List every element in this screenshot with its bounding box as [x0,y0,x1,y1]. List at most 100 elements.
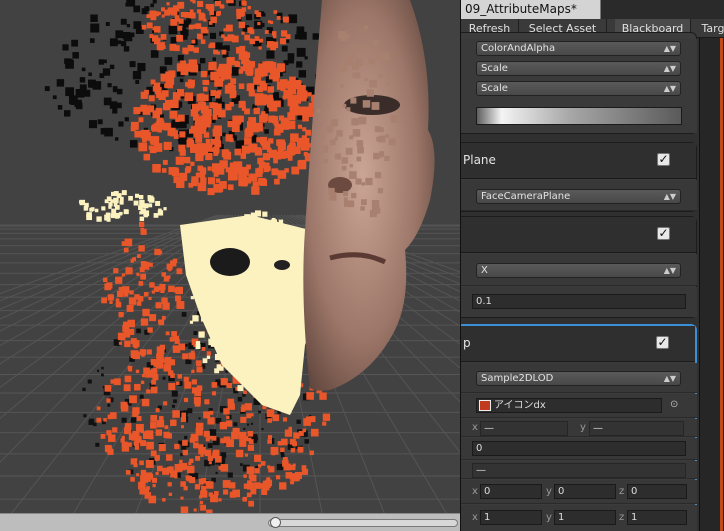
check-icon[interactable]: ✓ [657,227,670,240]
mip-level-field-2[interactable]: — [472,463,686,478]
dropdown-value: FaceCameraPlane [481,191,571,202]
particle-cream [254,271,260,277]
color-over-life-node[interactable]: ColorAndAlpha ▲▼ Scale ▲▼ Scale ▲▼ [461,32,697,134]
node-header: ✓ [461,217,696,253]
particle-dark [212,57,216,61]
scale-x-field[interactable]: 1 [480,510,542,525]
scale-z-field[interactable]: 1 [627,510,687,525]
particle-orange [134,458,138,462]
uv-y-field[interactable]: — [589,421,684,436]
particle-cream [238,334,242,338]
particle-cream [79,199,86,206]
graph-canvas[interactable]: ColorAndAlpha ▲▼ Scale ▲▼ Scale ▲▼ Plane… [461,32,699,531]
particle-orange [199,167,207,175]
particle-cream [133,200,139,206]
particle-orange [290,438,296,445]
particle-orange [115,301,122,308]
particle-orange [121,444,130,452]
particle-cream [268,386,274,392]
particle-cream [271,217,276,222]
attribute-map-node[interactable]: p ✓ Sample2DLOD ▲▼ アイコンdx ⊙ x — y — 0 — … [461,324,697,531]
gradient-field[interactable] [476,107,682,125]
uv-x-field[interactable]: — [480,421,568,436]
particle-skin [326,105,331,109]
sample-mode-dropdown[interactable]: Sample2DLOD ▲▼ [476,371,681,386]
scene-viewport[interactable] [0,0,460,531]
particle-orange [203,430,210,438]
orient-mode-dropdown[interactable]: FaceCameraPlane ▲▼ [476,189,681,204]
offset-x-field[interactable]: 0 [480,484,542,499]
particle-orange [267,62,277,71]
particle-orange [153,82,161,90]
particle-orange [270,20,274,25]
particle-orange [284,429,293,437]
particle-orange [134,383,141,391]
particle-orange [258,38,264,43]
chevron-updown-icon: ▲▼ [663,44,676,53]
check-icon[interactable]: ✓ [657,153,670,166]
particle-cream [231,240,239,247]
particle-orange [104,385,112,392]
particle-skin [349,164,353,168]
particle-orange [290,448,296,453]
axis-dropdown[interactable]: X ▲▼ [476,263,681,278]
dropdown-value: Scale [481,83,508,94]
offset-y-field[interactable]: 0 [554,484,616,499]
particle-orange [231,431,239,440]
particle-orange [225,420,233,427]
particle-orange [302,127,307,132]
timeline-slider-track[interactable] [268,519,458,527]
particle-orange [205,138,211,144]
window-tab[interactable]: 09_AttributeMaps* [461,0,601,19]
particle-orange [96,406,101,411]
size-value-field[interactable]: 0.1 [472,294,686,309]
particle-orange [225,103,232,111]
particle-orange [205,437,210,442]
particle-orange [277,441,283,446]
offset-z-field[interactable]: 0 [627,484,687,499]
uv-x-label: x [472,422,478,433]
particle-orange [102,277,108,283]
texture-object-field[interactable]: アイコンdx [476,398,662,413]
particle-dark [109,64,115,70]
particle-orange [155,408,160,413]
particle-orange [193,114,200,121]
particle-orange [168,268,172,272]
scale-y-field[interactable]: 1 [554,510,616,525]
particle-skin [340,84,344,88]
particle-cream [252,304,257,310]
particle-skin [364,78,368,82]
particle-cream [208,325,214,332]
particle-orange [118,286,123,291]
particle-dark [139,394,144,399]
particle-orange [260,461,266,466]
particle-orange [322,413,331,421]
target-button[interactable]: Targ [693,19,724,38]
particle-orange [188,128,194,134]
particle-orange [123,384,131,392]
particle-cream [278,300,284,305]
color-mode-dropdown[interactable]: ColorAndAlpha ▲▼ [476,41,681,56]
node-slot: 0 [461,438,697,460]
set-size-node[interactable]: ✓ X ▲▼ 0.1 [461,216,697,318]
orient-node[interactable]: Plane ✓ FaceCameraPlane ▲▼ [461,142,697,212]
mip-level-field[interactable]: 0 [472,441,686,456]
particle-cream [200,261,206,267]
particle-dark [129,61,136,68]
particle-skin [328,83,333,88]
particle-cream [134,193,140,198]
check-icon[interactable]: ✓ [656,336,669,349]
particle-orange [195,23,202,30]
timeline-slider-thumb[interactable] [270,517,281,528]
particle-dark [88,419,94,425]
particle-skin [345,147,353,155]
particle-orange [141,24,147,30]
particle-orange [182,65,187,71]
target-icon[interactable]: ⊙ [670,399,678,410]
particle-orange [195,455,201,461]
scale-mode-dropdown-2[interactable]: Scale ▲▼ [476,81,681,96]
scale-mode-dropdown[interactable]: Scale ▲▼ [476,61,681,76]
particle-dark [304,56,308,60]
particle-orange [188,24,194,30]
particle-orange [136,254,141,259]
